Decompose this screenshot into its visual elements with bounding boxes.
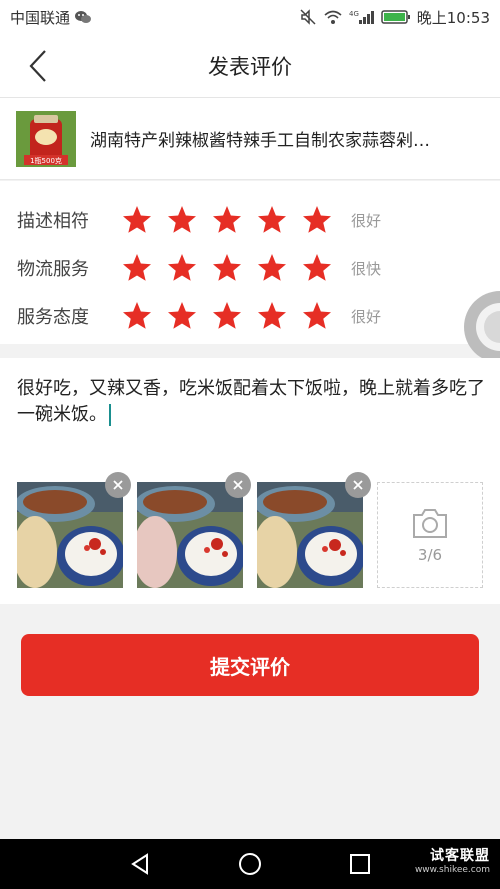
- photo-item[interactable]: [137, 472, 251, 588]
- close-icon: [233, 480, 243, 490]
- remove-photo-button[interactable]: [105, 472, 131, 498]
- photo-item[interactable]: [257, 472, 371, 588]
- comment-section: 很好吃，又辣又香，吃米饭配着太下饭啦，晚上就着多吃了一碗米饭。 3/6: [0, 358, 500, 604]
- submit-review-button[interactable]: 提交评价: [21, 634, 479, 696]
- status-bar: 中国联通 4G 晚上10:53: [0, 0, 500, 34]
- triangle-back-icon: [131, 853, 148, 875]
- nav-home-button[interactable]: [235, 849, 265, 879]
- star-icon[interactable]: [166, 252, 198, 284]
- ratings-section: 描述相符 很好 物流服务 很快 服务态度 很好: [0, 181, 500, 344]
- star-icon[interactable]: [211, 204, 243, 236]
- watermark-sub: www.shikee.com: [414, 865, 490, 875]
- close-icon: [113, 480, 123, 490]
- star-icon[interactable]: [211, 300, 243, 332]
- star-icon[interactable]: [121, 252, 153, 284]
- food-photo: [257, 482, 363, 588]
- rating-label: 描述相符: [17, 211, 89, 232]
- remove-photo-button[interactable]: [345, 472, 371, 498]
- clock: 晚上10:53: [416, 8, 490, 27]
- carrier-label: 中国联通: [10, 8, 71, 27]
- text-cursor: [109, 404, 111, 426]
- battery-icon: [381, 9, 411, 25]
- system-nav-bar: 试客联盟 www.shikee.com: [0, 839, 500, 889]
- nav-back-button[interactable]: [125, 849, 155, 879]
- rating-row-description: 描述相符 很好: [0, 196, 500, 244]
- rating-text: 很好: [351, 211, 382, 230]
- rating-text: 很好: [351, 307, 382, 326]
- comment-input[interactable]: 很好吃，又辣又香，吃米饭配着太下饭啦，晚上就着多吃了一碗米饭。: [17, 376, 487, 428]
- star-icon[interactable]: [121, 204, 153, 236]
- rating-text: 很快: [351, 259, 382, 278]
- rating-row-service: 服务态度 很好: [0, 292, 500, 340]
- product-thumb-label: 1瓶500克: [30, 156, 62, 165]
- product-thumbnail: 1瓶500克: [16, 110, 76, 167]
- star-rating[interactable]: [121, 252, 333, 284]
- back-button[interactable]: [18, 44, 58, 88]
- star-icon[interactable]: [256, 204, 288, 236]
- add-photo-button[interactable]: 3/6: [377, 482, 483, 588]
- comment-text: 很好吃，又辣又香，吃米饭配着太下饭啦，晚上就着多吃了一碗米饭。: [17, 378, 485, 425]
- remove-photo-button[interactable]: [225, 472, 251, 498]
- star-icon[interactable]: [211, 252, 243, 284]
- nav-recents-button[interactable]: [345, 849, 375, 879]
- square-recents-icon: [350, 854, 370, 874]
- network-label: 4G: [349, 10, 359, 18]
- rating-label: 物流服务: [17, 259, 89, 280]
- photo-list: 3/6: [17, 472, 483, 588]
- watermark-main: 试客联盟: [430, 848, 490, 864]
- star-rating[interactable]: [121, 204, 333, 236]
- circle-home-icon: [239, 853, 261, 875]
- star-rating[interactable]: [121, 300, 333, 332]
- star-icon[interactable]: [256, 300, 288, 332]
- wifi-icon: [323, 9, 343, 25]
- photo-item[interactable]: [17, 472, 131, 588]
- star-icon[interactable]: [256, 252, 288, 284]
- rating-label: 服务态度: [17, 307, 89, 328]
- header: 发表评价: [0, 34, 500, 98]
- product-name: 湖南特产剁辣椒酱特辣手工自制农家蒜蓉剁…: [90, 131, 430, 151]
- star-icon[interactable]: [301, 300, 333, 332]
- product-row[interactable]: 1瓶500克 湖南特产剁辣椒酱特辣手工自制农家蒜蓉剁…: [0, 98, 500, 180]
- chevron-left-icon: [29, 50, 46, 82]
- star-icon[interactable]: [301, 252, 333, 284]
- star-icon[interactable]: [301, 204, 333, 236]
- watermark: 试客联盟 www.shikee.com: [415, 845, 490, 875]
- star-icon[interactable]: [166, 300, 198, 332]
- floating-assistive-button[interactable]: [452, 290, 500, 364]
- mute-icon: [299, 8, 317, 26]
- close-icon: [353, 480, 363, 490]
- star-icon[interactable]: [166, 204, 198, 236]
- rating-row-logistics: 物流服务 很快: [0, 244, 500, 292]
- page-title: 发表评价: [208, 54, 292, 79]
- star-icon[interactable]: [121, 300, 153, 332]
- food-photo: [17, 482, 123, 588]
- wechat-icon: [74, 9, 92, 25]
- food-photo: [137, 482, 243, 588]
- signal-icon: 4G: [349, 9, 375, 25]
- photo-count: 3/6: [417, 546, 443, 564]
- camera-icon: [413, 509, 447, 538]
